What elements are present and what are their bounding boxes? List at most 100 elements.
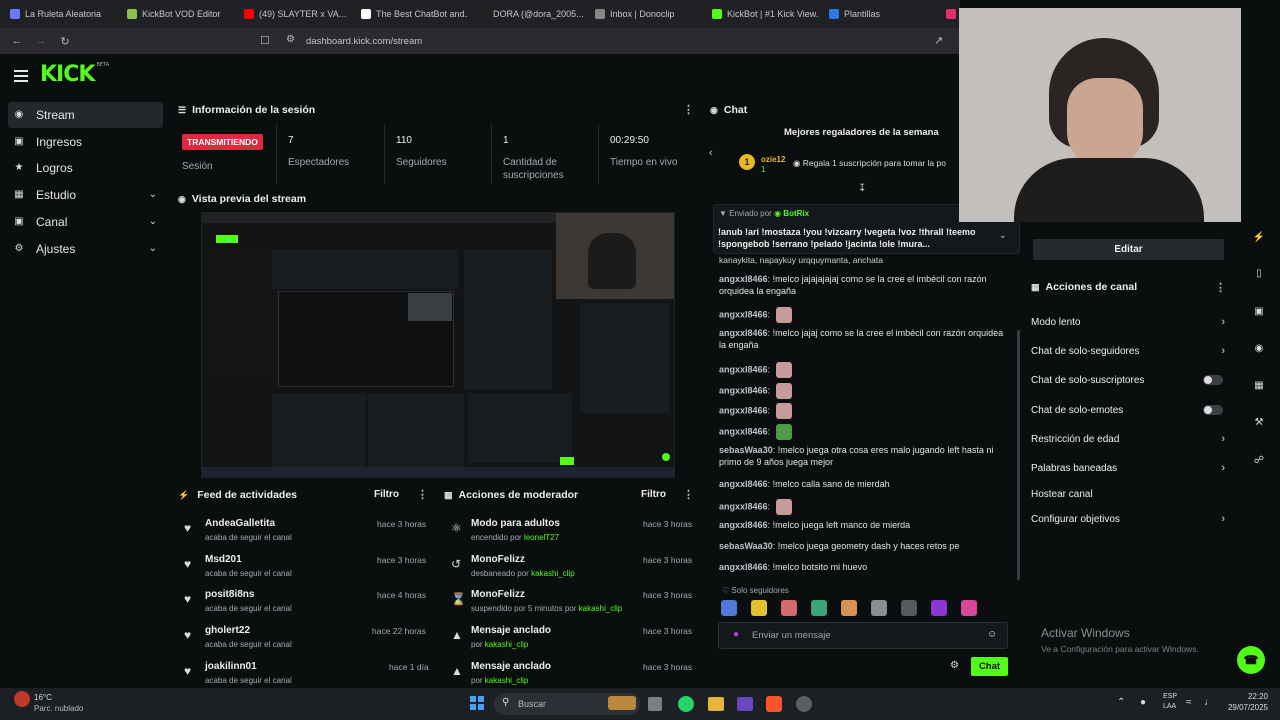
site-info-icon[interactable]: ⚙ xyxy=(286,34,295,45)
sidebar-item-ingresos[interactable]: ▣ Ingresos xyxy=(8,129,163,155)
channel-action-item[interactable]: Modo lento › xyxy=(1031,312,1229,332)
activity-more-icon[interactable]: ⋮ xyxy=(417,488,428,501)
chat-message[interactable]: angxxl8466: !melco jajajajajaj como se l… xyxy=(719,273,1009,297)
channel-action-item[interactable]: Chat de solo-seguidores › xyxy=(1031,341,1229,361)
mic-icon[interactable]: ● xyxy=(733,629,739,640)
moderator-user[interactable]: leonelT27 xyxy=(524,533,559,542)
phone-icon[interactable]: ▯ xyxy=(1250,265,1268,283)
bolt-icon[interactable]: ⚡ xyxy=(1250,229,1268,247)
moderation-action[interactable]: MonoFelizz xyxy=(471,589,525,600)
chevron-left-icon[interactable]: ‹ xyxy=(709,147,713,159)
clock-date[interactable]: 29/07/2025 xyxy=(1222,703,1268,712)
chat-message[interactable]: angxxl8466: xyxy=(719,362,1009,378)
clock-time[interactable]: 22:20 xyxy=(1228,692,1268,701)
sidebar-item-ajustes[interactable]: ⚙ Ajustes ⌄ xyxy=(8,236,163,262)
chat-input-placeholder[interactable]: Enviar un mensaje xyxy=(752,630,831,641)
toggle-switch[interactable] xyxy=(1203,375,1223,385)
browser-tab[interactable]: (1) Ins... xyxy=(936,0,956,28)
moderator-user[interactable]: kakashi_clip xyxy=(485,676,529,685)
weather-icon[interactable] xyxy=(14,691,30,707)
obs-icon[interactable] xyxy=(796,696,812,712)
browser-tab[interactable]: DORA (@dora_2005... xyxy=(468,0,585,28)
volume-icon[interactable]: ♩ xyxy=(1204,697,1214,708)
chat-bubble-icon[interactable]: ▣ xyxy=(1250,303,1268,321)
chat-message[interactable]: angxxl8466: xyxy=(719,499,1009,515)
toggle-switch[interactable] xyxy=(1203,405,1223,415)
chat-message[interactable]: angxxl8466: xyxy=(719,424,1009,440)
browser-tab[interactable]: The Best ChatBot and... xyxy=(351,0,468,28)
emote-icon[interactable] xyxy=(721,600,737,616)
activity-user[interactable]: Msd201 xyxy=(205,554,242,565)
stream-preview[interactable] xyxy=(201,212,675,478)
emote-icon[interactable] xyxy=(841,600,857,616)
chat-username[interactable]: angxxl8466 xyxy=(719,328,768,338)
url-text[interactable]: dashboard.kick.com/stream xyxy=(306,36,422,47)
sidebar-item-logros[interactable]: ★ Logros xyxy=(8,155,163,181)
chat-message[interactable]: angxxl8466: !melco calla sano de mierdah xyxy=(719,478,1009,490)
chat-username[interactable]: angxxl8466 xyxy=(719,501,768,511)
channel-actions-more-icon[interactable]: ⋮ xyxy=(1215,281,1226,294)
chat-message[interactable]: angxxl8466: xyxy=(719,307,1009,323)
emote-icon[interactable] xyxy=(961,600,977,616)
chat-message[interactable]: angxxl8466: !melco botsito mi huevo xyxy=(719,561,1009,573)
moderation-action[interactable]: Mensaje anclado xyxy=(471,661,551,672)
wifi-icon[interactable]: ≈ xyxy=(1186,697,1192,708)
menu-icon[interactable] xyxy=(14,70,28,85)
sidebar-item-canal[interactable]: ▣ Canal ⌄ xyxy=(8,209,163,235)
channel-action-item[interactable]: Palabras baneadas › xyxy=(1031,458,1229,478)
emote-icon[interactable] xyxy=(871,600,887,616)
chat-username[interactable]: angxxl8466 xyxy=(719,479,768,489)
chat-message[interactable]: angxxl8466: !melco juega left manco de m… xyxy=(719,519,1009,531)
support-button[interactable]: ☎ xyxy=(1237,646,1265,674)
moderator-user[interactable]: kakashi_clip xyxy=(531,569,575,578)
kick-logo[interactable]: KICK BETA xyxy=(40,62,109,87)
emoji-icon[interactable]: ☺ xyxy=(987,629,997,640)
emote-strip[interactable] xyxy=(721,600,1011,616)
tray-chevron-icon[interactable]: ⌃ xyxy=(1117,697,1125,708)
chat-message[interactable]: angxxl8466: xyxy=(719,403,1009,419)
browser-tab[interactable]: La Ruleta Aleatoria xyxy=(0,0,117,28)
chat-scrollbar[interactable] xyxy=(1017,330,1020,580)
chat-username[interactable]: angxxl8466 xyxy=(719,364,768,374)
share-icon[interactable]: ↗ xyxy=(934,34,943,47)
more-icon[interactable]: ⋮ xyxy=(683,103,694,116)
weather-temp[interactable]: 16°C xyxy=(34,693,52,702)
reload-icon[interactable]: ↻ xyxy=(58,35,72,48)
channel-action-item[interactable]: Chat de solo-suscriptores xyxy=(1031,370,1229,390)
brave-browser-icon[interactable] xyxy=(766,696,782,712)
emote-icon[interactable] xyxy=(901,600,917,616)
moderator-filter-button[interactable]: Filtro xyxy=(641,489,666,500)
activity-user[interactable]: AndeaGalletita xyxy=(205,518,275,529)
emote-icon[interactable] xyxy=(931,600,947,616)
task-view-icon[interactable] xyxy=(648,697,662,711)
weather-desc[interactable]: Parc. nublado xyxy=(34,704,83,713)
chat-message[interactable]: sebasWaa30: !melco juega geometry dash y… xyxy=(719,540,1009,552)
browser-tab[interactable]: (49) SLAYTER x VA... xyxy=(234,0,351,28)
chat-username[interactable]: angxxl8466 xyxy=(719,385,768,395)
link-icon[interactable]: ☍ xyxy=(1250,452,1268,470)
chat-username[interactable]: angxxl8466 xyxy=(719,520,768,530)
activity-user[interactable]: posit8i8ns xyxy=(205,589,254,600)
channel-action-item[interactable]: Configurar objetivos › xyxy=(1031,509,1229,529)
bookmark-icon[interactable]: ☐ xyxy=(260,34,270,47)
gift-promo[interactable]: ◉ Regala 1 suscripción para tomar la po xyxy=(793,158,946,169)
chat-username[interactable]: sebasWaa30 xyxy=(719,541,773,551)
chat-message[interactable]: angxxl8466: xyxy=(719,383,1009,399)
activity-user[interactable]: gholert22 xyxy=(205,625,250,636)
language-indicator[interactable]: ESP xyxy=(1163,693,1177,700)
chat-username[interactable]: angxxl8466 xyxy=(719,426,768,436)
moderation-action[interactable]: Mensaje anclado xyxy=(471,625,551,636)
chat-message[interactable]: sebasWaa30: !melco juega otra cosa eres … xyxy=(719,444,1009,468)
broadcast-icon[interactable]: ◉ xyxy=(1250,340,1268,358)
chevron-down-icon[interactable]: ⌄ xyxy=(999,230,1007,241)
moderator-more-icon[interactable]: ⋮ xyxy=(683,488,694,501)
gifter-name[interactable]: ozie12 xyxy=(761,155,785,164)
chat-message[interactable]: angxxl8466: !melco jajaj como se la cree… xyxy=(719,327,1009,351)
file-explorer-icon[interactable] xyxy=(708,697,724,711)
activity-filter-button[interactable]: Filtro xyxy=(374,489,399,500)
chat-settings-icon[interactable]: ⚙ xyxy=(950,660,959,671)
emote-icon[interactable] xyxy=(751,600,767,616)
windows-start-icon[interactable] xyxy=(470,696,484,710)
chat-username[interactable]: sebasWaa30 xyxy=(719,445,773,455)
forward-icon[interactable]: → xyxy=(34,35,48,47)
